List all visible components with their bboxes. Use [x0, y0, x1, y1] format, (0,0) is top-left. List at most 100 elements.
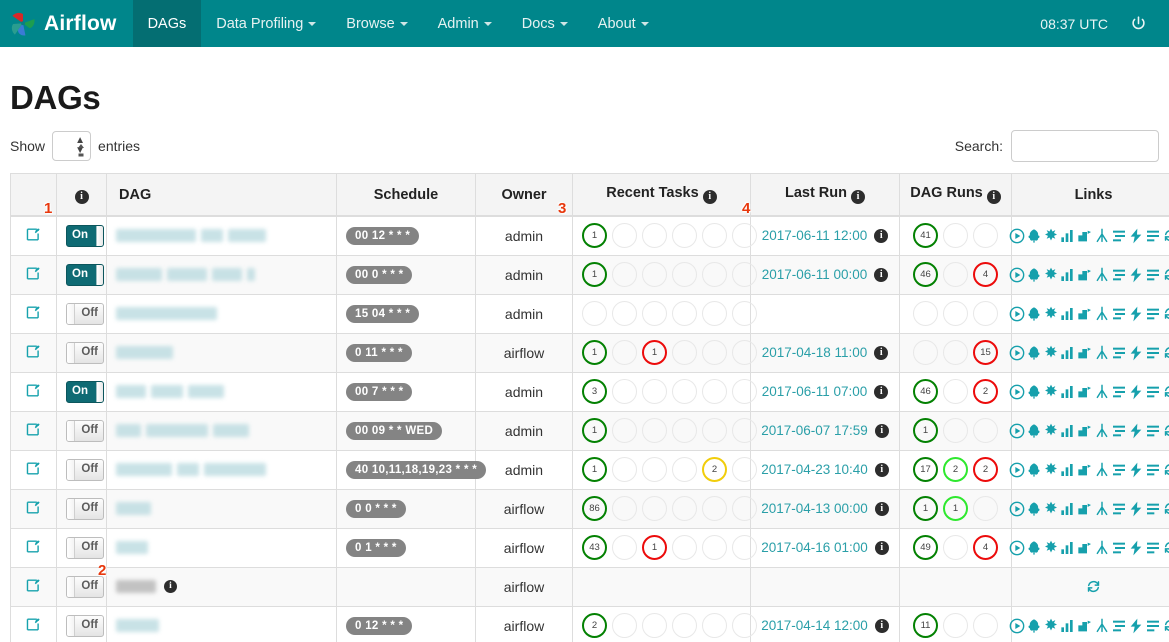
task-duration-icon[interactable] — [1060, 462, 1076, 478]
dag-run-state-circle[interactable] — [973, 223, 998, 249]
dag-run-state-circle[interactable]: 2 — [973, 379, 998, 404]
refresh-icon[interactable] — [1162, 383, 1169, 400]
logs-icon[interactable] — [1145, 384, 1161, 400]
tree-view-icon[interactable] — [1026, 462, 1042, 478]
trigger-dag-icon[interactable] — [1009, 306, 1025, 322]
code-icon[interactable] — [1128, 501, 1144, 517]
task-tries-icon[interactable] — [1077, 462, 1093, 478]
task-state-circle[interactable] — [642, 496, 667, 521]
task-state-circle[interactable] — [732, 340, 757, 365]
task-state-circle[interactable]: 43 — [582, 535, 607, 560]
last-run-link[interactable]: 2017-06-11 07:00 — [762, 384, 868, 399]
task-duration-icon[interactable] — [1060, 267, 1076, 283]
dag-run-state-circle[interactable] — [973, 301, 998, 326]
info-icon[interactable]: i — [874, 462, 889, 477]
cell-edit[interactable] — [10, 410, 57, 451]
refresh-icon[interactable] — [1162, 344, 1169, 361]
logs-icon[interactable] — [1145, 228, 1161, 244]
gantt-icon[interactable] — [1111, 384, 1127, 400]
refresh-icon[interactable] — [1162, 461, 1169, 478]
task-tries-icon[interactable] — [1077, 228, 1093, 244]
trigger-dag-icon[interactable] — [1009, 267, 1025, 283]
task-state-circle[interactable] — [612, 262, 637, 287]
last-run-link[interactable]: 2017-06-07 17:59 — [761, 423, 868, 438]
task-state-circle[interactable] — [672, 613, 697, 638]
refresh-icon[interactable] — [1162, 539, 1169, 556]
cell-edit[interactable] — [10, 488, 57, 529]
task-duration-icon[interactable] — [1060, 228, 1076, 244]
task-state-circle[interactable] — [672, 496, 697, 521]
cell-edit[interactable] — [10, 527, 57, 568]
graph-view-icon[interactable] — [1043, 540, 1059, 556]
task-duration-icon[interactable] — [1060, 423, 1076, 439]
task-state-circle[interactable] — [732, 301, 757, 326]
task-state-circle[interactable] — [642, 301, 667, 326]
task-duration-icon[interactable] — [1060, 540, 1076, 556]
code-icon[interactable] — [1128, 618, 1144, 634]
cell-edit[interactable] — [10, 254, 57, 295]
landing-times-icon[interactable] — [1094, 540, 1110, 556]
logs-icon[interactable] — [1145, 462, 1161, 478]
last-run-link[interactable]: 2017-04-14 12:00 — [761, 618, 868, 633]
task-state-circle[interactable]: 2 — [702, 457, 727, 482]
task-state-circle[interactable] — [732, 379, 757, 404]
graph-view-icon[interactable] — [1043, 501, 1059, 517]
dag-run-state-circle[interactable]: 1 — [943, 496, 968, 521]
page-length-select[interactable]: ▲ ▼ — [52, 131, 92, 161]
task-tries-icon[interactable] — [1077, 618, 1093, 634]
task-state-circle[interactable]: 1 — [582, 457, 607, 482]
dag-pause-toggle[interactable]: On — [66, 263, 104, 286]
cell-edit[interactable] — [10, 566, 57, 607]
landing-times-icon[interactable] — [1094, 462, 1110, 478]
logs-icon[interactable] — [1145, 345, 1161, 361]
refresh-icon[interactable] — [1162, 500, 1169, 517]
landing-times-icon[interactable] — [1094, 501, 1110, 517]
refresh-icon[interactable] — [1162, 422, 1169, 439]
task-state-circle[interactable]: 1 — [582, 223, 607, 249]
info-icon[interactable]: i — [874, 267, 889, 282]
code-icon[interactable] — [1128, 384, 1144, 400]
task-state-circle[interactable] — [702, 223, 727, 249]
dag-pause-toggle[interactable]: On — [66, 224, 104, 247]
dag-run-state-circle[interactable]: 2 — [973, 457, 998, 482]
refresh-icon[interactable] — [1162, 266, 1169, 283]
cell-dag-name[interactable]: i — [106, 566, 337, 607]
dag-link[interactable] — [116, 307, 327, 320]
last-run-link[interactable]: 2017-04-18 11:00 — [762, 345, 868, 360]
task-tries-icon[interactable] — [1077, 540, 1093, 556]
graph-view-icon[interactable] — [1043, 267, 1059, 283]
task-state-circle[interactable] — [732, 457, 757, 482]
code-icon[interactable] — [1128, 540, 1144, 556]
task-state-circle[interactable] — [672, 223, 697, 249]
dag-run-state-circle[interactable]: 15 — [973, 340, 998, 365]
edit-dag-icon[interactable] — [25, 578, 42, 597]
cell-dag-name[interactable] — [106, 527, 337, 568]
dag-run-state-circle[interactable]: 46 — [913, 379, 938, 404]
tree-view-icon[interactable] — [1026, 501, 1042, 517]
task-state-circle[interactable] — [642, 418, 667, 443]
edit-dag-icon[interactable] — [25, 344, 42, 363]
task-state-circle[interactable] — [612, 457, 637, 482]
th-schedule[interactable]: Schedule — [336, 173, 476, 217]
refresh-icon[interactable] — [1085, 578, 1102, 595]
dag-run-state-circle[interactable] — [973, 496, 998, 521]
cell-dag-name[interactable] — [106, 449, 337, 490]
task-state-circle[interactable] — [672, 340, 697, 365]
task-state-circle[interactable] — [732, 613, 757, 638]
trigger-dag-icon[interactable] — [1009, 462, 1025, 478]
nav-item-data-profiling[interactable]: Data Profiling — [201, 0, 331, 47]
edit-dag-icon[interactable] — [25, 500, 42, 519]
trigger-dag-icon[interactable] — [1009, 423, 1025, 439]
brand-logo[interactable]: Airflow — [0, 0, 133, 47]
info-icon[interactable]: i — [874, 228, 889, 243]
graph-view-icon[interactable] — [1043, 345, 1059, 361]
dag-run-state-circle[interactable]: 4 — [973, 535, 998, 560]
dag-run-state-circle[interactable] — [943, 262, 968, 287]
graph-view-icon[interactable] — [1043, 618, 1059, 634]
tree-view-icon[interactable] — [1026, 306, 1042, 322]
task-state-circle[interactable] — [672, 379, 697, 404]
landing-times-icon[interactable] — [1094, 345, 1110, 361]
dag-pause-toggle[interactable]: Off — [66, 419, 104, 442]
gantt-icon[interactable] — [1111, 540, 1127, 556]
dag-pause-toggle[interactable]: Off — [66, 497, 104, 520]
